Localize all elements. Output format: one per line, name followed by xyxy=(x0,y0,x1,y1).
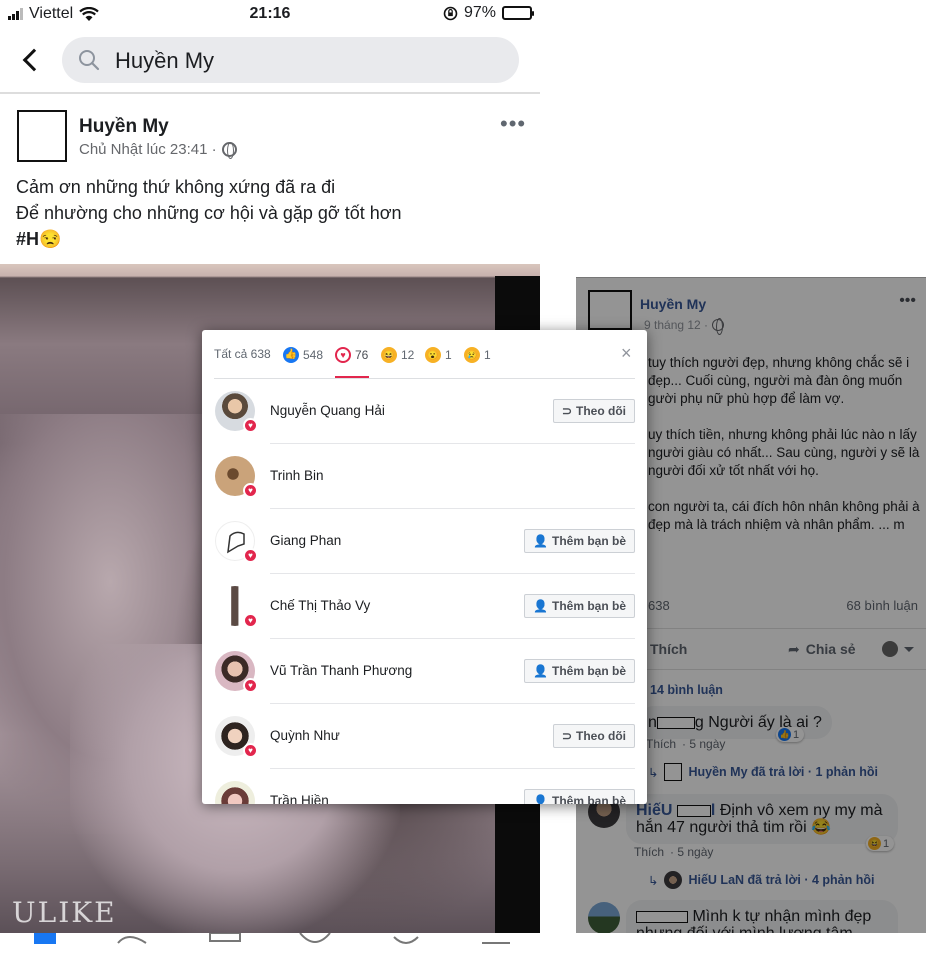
orientation-lock-icon xyxy=(443,6,458,20)
tab-bar-icons xyxy=(34,932,510,944)
tab-like-count: 548 xyxy=(303,348,324,362)
status-bar: Viettel 21:16 97% xyxy=(0,0,540,28)
add-friend-button[interactable]: 👤 Thêm bạn bè xyxy=(524,789,635,804)
post-line-1: Cảm ơn những thứ không xứng đã ra đi xyxy=(16,177,336,197)
add-friend-icon: 👤 xyxy=(533,794,548,804)
tab-wow[interactable]: 😮 1 xyxy=(425,347,452,363)
tab-sad[interactable]: 😢 1 xyxy=(464,347,491,363)
reactor-name[interactable]: Giang Phan xyxy=(270,533,341,548)
tab-love-count: 76 xyxy=(355,348,369,362)
reactor-name[interactable]: Trinh Bin xyxy=(270,468,324,483)
reaction-tabs: Tất cả 638 👍 548 ♥ 76 😆 12 😮 1 😢 1 × xyxy=(202,330,647,379)
photo-watermark: ULIKE xyxy=(12,896,117,929)
tab-all-reactions[interactable]: Tất cả 638 xyxy=(214,347,271,361)
reactor-row: ♥ Quỳnh Như ⊃ Theo dõi xyxy=(202,704,647,769)
reactions-modal: Tất cả 638 👍 548 ♥ 76 😆 12 😮 1 😢 1 × ♥ Nguyễn… xyxy=(202,330,647,804)
add-friend-icon: 👤 xyxy=(533,599,548,613)
love-badge-icon: ♥ xyxy=(243,678,258,693)
groups-tab-icon xyxy=(117,936,147,944)
post-time-text: Chủ Nhật lúc 23:41 · xyxy=(79,141,217,158)
love-badge-icon: ♥ xyxy=(243,743,258,758)
add-friend-icon: 👤 xyxy=(533,664,548,678)
tab-wow-count: 1 xyxy=(445,348,452,362)
watch-tab-icon xyxy=(209,932,241,942)
follow-label: Theo dõi xyxy=(576,404,626,418)
reactors-list[interactable]: ♥ Nguyễn Quang Hải ⊃ Theo dõi ♥ Trinh Bin… xyxy=(202,379,647,804)
reactor-name[interactable]: Quỳnh Như xyxy=(270,728,340,743)
post-timestamp[interactable]: Chủ Nhật lúc 23:41 · xyxy=(79,141,237,159)
home-tab-icon xyxy=(34,933,56,944)
back-button[interactable] xyxy=(18,44,46,76)
close-modal-button[interactable]: × xyxy=(621,344,632,362)
haha-reaction-icon: 😆 xyxy=(381,347,397,363)
status-right: 97% xyxy=(443,4,534,22)
love-badge-icon: ♥ xyxy=(243,483,258,498)
post-body: Cảm ơn những thứ không xứng đã ra đi Để … xyxy=(16,174,402,252)
add-friend-button[interactable]: 👤 Thêm bạn bè xyxy=(524,529,635,553)
love-badge-icon: ♥ xyxy=(243,418,258,433)
unamused-emoji: 😒 xyxy=(39,229,62,249)
post-author-name[interactable]: Huyền My xyxy=(79,116,169,138)
tab-all-label: Tất cả 638 xyxy=(214,347,271,361)
search-field[interactable]: Huyền My xyxy=(62,37,519,83)
love-reaction-icon: ♥ xyxy=(335,347,351,363)
wow-reaction-icon: 😮 xyxy=(425,347,441,363)
add-friend-label: Thêm bạn bè xyxy=(551,534,626,548)
profile-tab-icon xyxy=(299,932,331,943)
add-friend-button[interactable]: 👤 Thêm bạn bè xyxy=(524,659,635,683)
reactor-name[interactable]: Vũ Trần Thanh Phương xyxy=(270,663,412,678)
add-friend-label: Thêm bạn bè xyxy=(551,599,626,613)
post-more-options-button[interactable]: ••• xyxy=(500,113,526,135)
tab-sad-count: 1 xyxy=(484,348,491,362)
bottom-tab-bar xyxy=(0,932,540,960)
love-badge-icon: ♥ xyxy=(243,613,258,628)
reactor-row: ♥ Trinh Bin xyxy=(202,444,647,509)
search-query[interactable]: Huyền My xyxy=(115,48,214,74)
reactor-row: ♥ Giang Phan 👤 Thêm bạn bè xyxy=(202,509,647,574)
follow-button[interactable]: ⊃ Theo dõi xyxy=(552,399,635,423)
add-friend-button[interactable]: 👤 Thêm bạn bè xyxy=(524,594,635,618)
add-friend-label: Thêm bạn bè xyxy=(551,664,626,678)
tab-haha-count: 12 xyxy=(401,348,415,362)
reactor-name[interactable]: Chế Thị Thảo Vy xyxy=(270,598,370,613)
reactor-name[interactable]: Nguyễn Quang Hải xyxy=(270,403,385,418)
like-reaction-icon: 👍 xyxy=(283,347,299,363)
battery-percent: 97% xyxy=(463,4,496,21)
tab-love[interactable]: ♥ 76 xyxy=(335,347,368,363)
battery-icon xyxy=(502,6,534,20)
tab-haha[interactable]: 😆 12 xyxy=(381,347,414,363)
reactor-row: ♥ Nguyễn Quang Hải ⊃ Theo dõi xyxy=(202,379,647,444)
rss-icon: ⊃ xyxy=(561,729,572,743)
sad-reaction-icon: 😢 xyxy=(464,347,480,363)
reactor-name[interactable]: Trần Hiền xyxy=(270,793,329,804)
reactor-avatar[interactable] xyxy=(215,781,255,804)
follow-label: Theo dõi xyxy=(576,729,626,743)
follow-button[interactable]: ⊃ Theo dõi xyxy=(552,724,635,748)
search-icon xyxy=(79,50,100,71)
post-author-avatar[interactable] xyxy=(17,110,67,162)
reactor-row: Trần Hiền 👤 Thêm bạn bè xyxy=(202,769,647,804)
reactor-row: ♥ Vũ Trần Thanh Phương 👤 Thêm bạn bè xyxy=(202,639,647,704)
search-header: Huyền My xyxy=(0,28,540,94)
post-hashtag-link[interactable]: #H xyxy=(16,229,39,249)
tab-like[interactable]: 👍 548 xyxy=(283,347,323,363)
love-badge-icon: ♥ xyxy=(243,548,258,563)
globe-icon xyxy=(221,142,237,159)
reactor-row: ♥ Chế Thị Thảo Vy 👤 Thêm bạn bè xyxy=(202,574,647,639)
rss-icon: ⊃ xyxy=(561,404,572,418)
add-friend-icon: 👤 xyxy=(533,534,548,548)
screenshot-stage: Viettel 21:16 97% Huyền My Huyền My Chủ … xyxy=(0,0,926,960)
post-line-2: Để nhường cho những cơ hội và gặp gỡ tốt… xyxy=(16,203,402,223)
add-friend-label: Thêm bạn bè xyxy=(551,794,626,804)
notifications-tab-icon xyxy=(393,936,419,944)
